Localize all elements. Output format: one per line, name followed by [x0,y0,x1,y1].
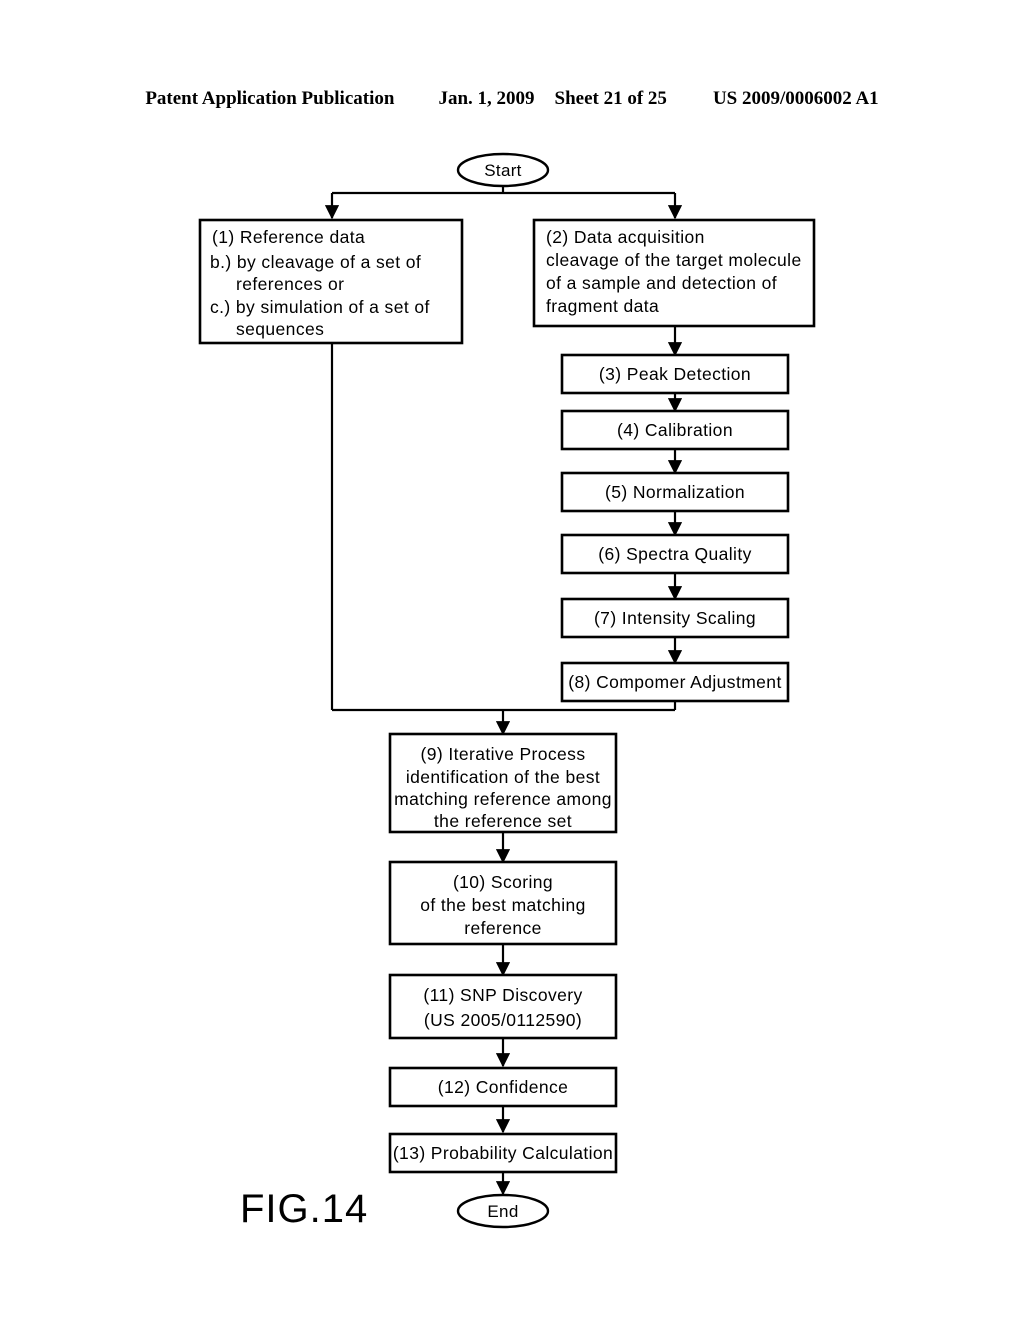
node-5-normalization: (5) Normalization [560,471,790,513]
start-terminator: Start [456,152,550,188]
node-3-label: (3) Peak Detection [599,364,751,384]
node-1-line-3: references or [236,274,344,294]
node-1-reference-data: (1) Reference data b.) by cleavage of a … [198,218,464,345]
node-1-line-1: (1) Reference data [212,227,365,247]
node-2-line-2: cleavage of the target molecule [546,250,802,270]
node-9-line-4: the reference set [434,811,572,831]
node-7-label: (7) Intensity Scaling [594,608,756,628]
node-1-line-4: c.) by simulation of a set of [210,297,430,317]
node-9-line-2: identification of the best [406,767,600,787]
node-9-iterative-process: (9) Iterative Process identification of … [388,732,618,834]
node-11-line-1: (11) SNP Discovery [423,985,582,1005]
node-2-data-acquisition: (2) Data acquisition cleavage of the tar… [532,218,816,328]
node-13-probability-calculation: (13) Probability Calculation [388,1132,618,1174]
node-8-label: (8) Compomer Adjustment [568,672,781,692]
node-6-label: (6) Spectra Quality [598,544,752,564]
node-10-line-1: (10) Scoring [453,872,553,892]
node-6-spectra-quality: (6) Spectra Quality [560,533,790,575]
start-label: Start [484,161,521,180]
node-9-line-1: (9) Iterative Process [421,744,586,764]
node-7-intensity-scaling: (7) Intensity Scaling [560,597,790,639]
node-8-compomer-adjustment: (8) Compomer Adjustment [560,661,790,703]
node-10-scoring: (10) Scoring of the best matching refere… [388,860,618,946]
node-5-label: (5) Normalization [605,482,745,502]
node-1-line-2: b.) by cleavage of a set of [210,252,421,272]
node-10-line-3: reference [464,918,542,938]
node-2-line-3: of a sample and detection of [546,273,777,293]
node-3-peak-detection: (3) Peak Detection [560,353,790,395]
node-2-line-4: fragment data [546,296,659,316]
node-4-calibration: (4) Calibration [560,409,790,451]
node-11-snp-discovery: (11) SNP Discovery (US 2005/0112590) [388,973,618,1040]
node-4-label: (4) Calibration [617,420,733,440]
node-2-line-1: (2) Data acquisition [546,227,705,247]
node-10-line-2: of the best matching [420,895,586,915]
end-terminator: End [456,1193,550,1229]
end-label: End [487,1202,518,1221]
node-1-line-5: sequences [236,319,324,339]
flowchart-figure: Start (1) Reference data b.) by cleavage… [198,152,816,1231]
node-12-label: (12) Confidence [438,1077,569,1097]
node-11-line-2: (US 2005/0112590) [424,1010,582,1030]
figure-label: FIG.14 [240,1187,368,1231]
node-13-label: (13) Probability Calculation [393,1143,613,1163]
node-9-line-3: matching reference among [394,789,612,809]
node-12-confidence: (12) Confidence [388,1066,618,1108]
